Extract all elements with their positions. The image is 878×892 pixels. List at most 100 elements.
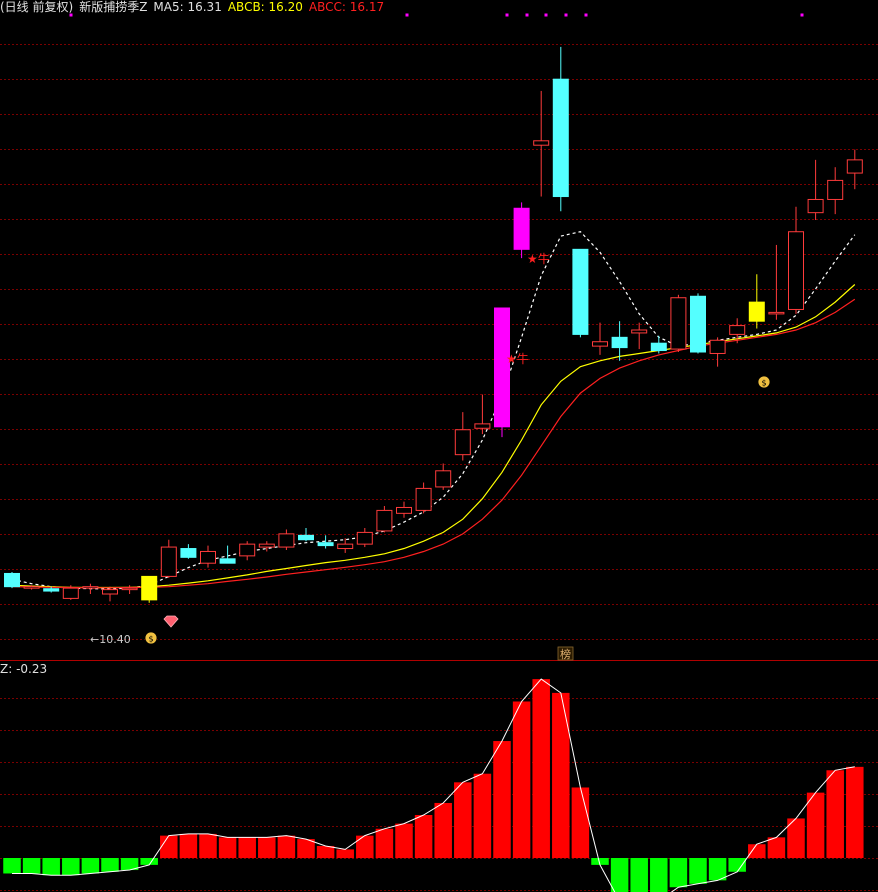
histogram-bar [218, 837, 237, 858]
ma5-value: MA5: 16.31 [153, 0, 222, 14]
candle [513, 202, 530, 259]
money-bag-icon: $ [144, 631, 158, 645]
candle-body [43, 588, 60, 592]
candle [827, 167, 844, 215]
candle-body [690, 295, 706, 353]
candle-body [788, 231, 804, 310]
candle [650, 335, 667, 354]
candle [376, 506, 393, 533]
histogram-bar [160, 835, 178, 858]
candle-body [513, 207, 530, 250]
histogram-bar [708, 858, 727, 881]
candle-body [180, 548, 197, 558]
candle-body [474, 423, 491, 429]
svg-text:$: $ [761, 379, 766, 388]
candle-body [670, 297, 687, 350]
candle-body [768, 311, 785, 315]
histogram-bar [42, 858, 60, 876]
histogram-bar [512, 701, 531, 858]
candle-body [435, 470, 452, 488]
indicator-header: (日线 前复权) 新版捕捞季Z MA5: 16.31 ABCB: 16.20 ABCC:… [0, 0, 390, 16]
histogram-bar [316, 845, 335, 858]
histogram-bar [101, 858, 119, 872]
series-line-abcc [11, 298, 856, 589]
diamond-icon [163, 615, 179, 628]
histogram-bar [395, 823, 413, 858]
histogram-bar [375, 828, 394, 858]
candle-body [415, 487, 432, 511]
bull-signal-label: ★牛 [527, 251, 550, 266]
low-price-label: ←10.40 [90, 633, 131, 646]
candle-body [23, 586, 40, 589]
histogram-bar [356, 835, 374, 858]
candle-body [356, 531, 373, 545]
candle [474, 394, 491, 435]
candle [533, 90, 550, 197]
histogram-bar [258, 837, 276, 858]
candle-body [82, 586, 99, 589]
candle-body [709, 339, 726, 354]
candle [494, 307, 510, 438]
candle [768, 244, 785, 320]
candle [180, 544, 197, 559]
candle [160, 539, 177, 578]
signal-dot [544, 13, 548, 17]
candle-body [62, 587, 79, 599]
candle-body [337, 543, 354, 550]
candle [807, 159, 824, 220]
histogram-bar [62, 858, 80, 876]
histogram-bar [140, 858, 158, 865]
candle-body [807, 198, 824, 214]
candle-body [219, 558, 236, 564]
signal-dot [505, 13, 509, 17]
histogram-bar [3, 858, 21, 874]
histogram-bar [297, 839, 315, 858]
histogram-bar [552, 692, 570, 858]
candle [200, 545, 216, 568]
candle [454, 412, 471, 461]
candle-body [827, 179, 844, 200]
histogram-bar [689, 858, 707, 884]
candle-body [846, 159, 863, 174]
candle-body [160, 546, 177, 577]
candle [788, 206, 804, 314]
candle-body [121, 587, 138, 591]
candle-body [611, 336, 628, 349]
histogram-bar [22, 858, 41, 874]
bottom-tag-label: 榜 [560, 647, 571, 661]
candle-body [102, 589, 118, 595]
candle [239, 541, 256, 561]
candle [709, 337, 726, 367]
candle-body [552, 78, 569, 198]
candle-body [200, 550, 216, 564]
histogram-bar [846, 766, 864, 858]
candle [219, 545, 236, 564]
series-line-abcb [11, 284, 856, 589]
histogram-bar [473, 773, 492, 858]
candle-body [748, 301, 765, 322]
candle [4, 572, 20, 589]
histogram-bar [571, 787, 590, 858]
candle [552, 46, 569, 212]
indicator-name[interactable]: 新版捕捞季Z [79, 0, 147, 14]
period-label[interactable]: (日线 前复权) [0, 0, 73, 14]
moving-average-lines [11, 231, 856, 590]
candle-body [141, 575, 158, 601]
candle-body [650, 342, 667, 352]
histogram-bar [728, 858, 746, 872]
candle-body [298, 534, 314, 541]
candle [435, 463, 452, 490]
candle-body [396, 506, 412, 514]
candle-body [4, 572, 20, 588]
histogram-bar [650, 858, 668, 892]
histogram-bar [610, 858, 629, 892]
z-histogram [3, 679, 864, 892]
stock-chart-window: $ $ ←10.40 ★牛 ★牛 榜 (日线 前复权) 新版捕捞季Z MA5: 16… [0, 0, 878, 892]
candle [337, 538, 354, 553]
candle [317, 535, 334, 549]
histogram-bar [454, 782, 472, 858]
candle [748, 274, 765, 329]
abcc-value: ABCC: 16.17 [308, 0, 385, 14]
candle [278, 529, 295, 550]
chart-canvas[interactable]: $ $ ←10.40 ★牛 ★牛 榜 [0, 0, 878, 892]
